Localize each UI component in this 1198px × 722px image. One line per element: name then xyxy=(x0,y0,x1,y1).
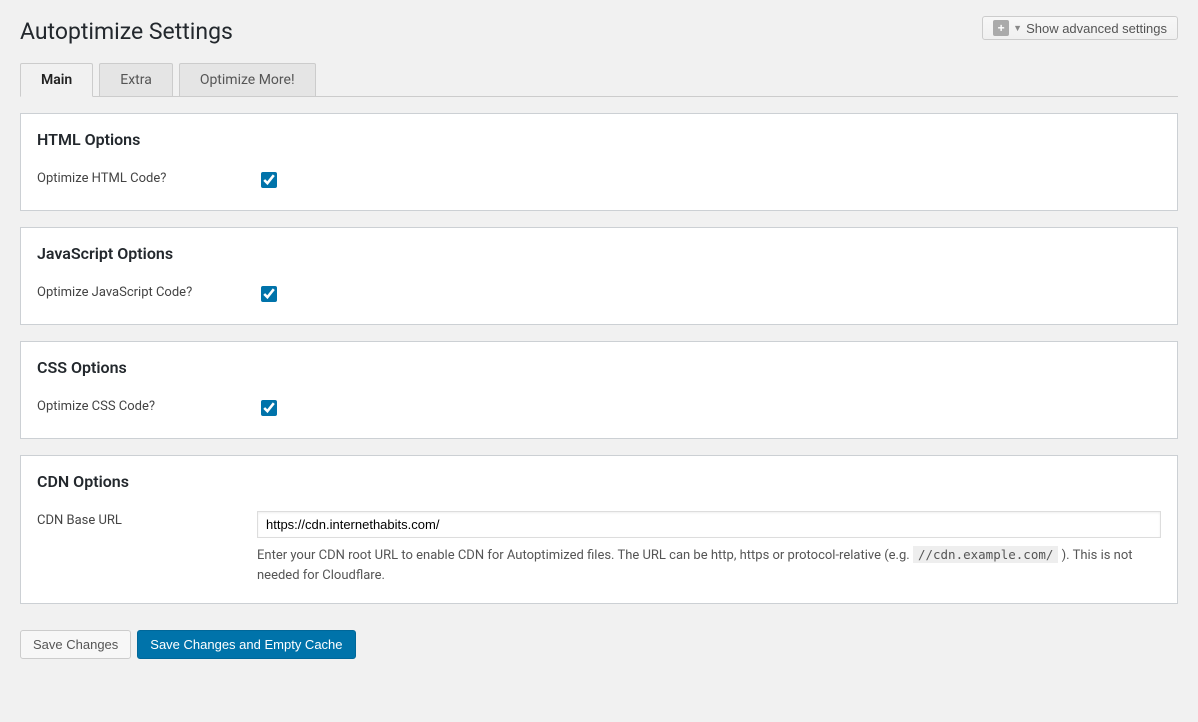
heading-cdn-options: CDN Options xyxy=(37,472,1161,491)
label-optimize-html: Optimize HTML Code? xyxy=(37,169,257,186)
save-empty-cache-button[interactable]: Save Changes and Empty Cache xyxy=(137,630,355,659)
page-title: Autoptimize Settings xyxy=(20,18,233,45)
plus-icon: + xyxy=(993,20,1009,36)
panel-html-options: HTML Options Optimize HTML Code? xyxy=(20,113,1178,211)
desc-code: //cdn.example.com/ xyxy=(913,546,1058,563)
panel-cdn-options: CDN Options CDN Base URL Enter your CDN … xyxy=(20,455,1178,604)
label-cdn-base-url: CDN Base URL xyxy=(37,511,257,528)
tab-main[interactable]: Main xyxy=(20,63,93,97)
heading-css-options: CSS Options xyxy=(37,358,1161,377)
label-optimize-js: Optimize JavaScript Code? xyxy=(37,283,257,300)
desc-text-pre: Enter your CDN root URL to enable CDN fo… xyxy=(257,548,913,563)
label-optimize-css: Optimize CSS Code? xyxy=(37,397,257,414)
checkbox-optimize-css[interactable] xyxy=(261,400,277,416)
footer-actions: Save Changes Save Changes and Empty Cach… xyxy=(20,630,1178,659)
tab-optimize-more[interactable]: Optimize More! xyxy=(179,63,316,97)
panel-css-options: CSS Options Optimize CSS Code? xyxy=(20,341,1178,439)
tab-bar: Main Extra Optimize More! xyxy=(20,63,1178,97)
desc-cdn-base-url: Enter your CDN root URL to enable CDN fo… xyxy=(257,546,1161,585)
checkbox-optimize-html[interactable] xyxy=(261,172,277,188)
tab-extra[interactable]: Extra xyxy=(99,63,173,97)
heading-html-options: HTML Options xyxy=(37,130,1161,149)
panel-js-options: JavaScript Options Optimize JavaScript C… xyxy=(20,227,1178,325)
save-button[interactable]: Save Changes xyxy=(20,630,131,659)
show-advanced-button[interactable]: + ▼ Show advanced settings xyxy=(982,16,1178,40)
show-advanced-label: Show advanced settings xyxy=(1026,21,1167,36)
input-cdn-base-url[interactable] xyxy=(257,511,1161,538)
chevron-down-icon: ▼ xyxy=(1013,23,1022,33)
heading-js-options: JavaScript Options xyxy=(37,244,1161,263)
checkbox-optimize-js[interactable] xyxy=(261,286,277,302)
